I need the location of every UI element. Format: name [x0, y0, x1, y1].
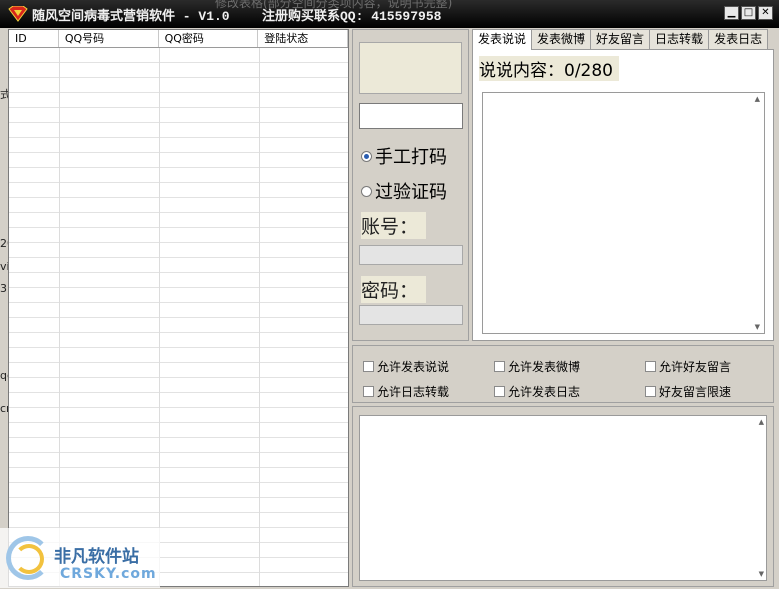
watermark-name: 非凡软件站 — [54, 547, 139, 567]
option-allow-friend-message[interactable]: 允许好友留言 — [645, 358, 731, 375]
background-fragment: vi — [0, 260, 8, 273]
swirl-inner-icon — [14, 544, 44, 574]
app-logo-icon — [8, 6, 28, 22]
minimize-icon: ▁ — [727, 7, 736, 18]
maximize-icon: □ — [743, 7, 754, 18]
minimize-button[interactable]: ▁ — [724, 6, 739, 20]
captcha-input[interactable] — [359, 103, 463, 129]
checkbox-icon — [494, 361, 505, 372]
scroll-down-icon[interactable]: ▼ — [755, 323, 760, 331]
column-header-login-status[interactable]: 登陆状态 — [258, 30, 348, 47]
option-allow-post-blog[interactable]: 允许发表日志 — [494, 383, 580, 400]
shuoshuo-content-input[interactable] — [482, 92, 765, 334]
account-field[interactable] — [359, 245, 463, 265]
option-label: 允许发表微博 — [508, 360, 581, 374]
background-fragment: 式 — [0, 88, 8, 101]
password-label: 密码： — [361, 276, 427, 303]
window-title: 随风空间病毒式营销软件 - V1.0 — [32, 9, 230, 24]
option-label: 允许好友留言 — [659, 360, 732, 374]
auto-captcha-radio[interactable]: 过验证码 — [361, 178, 447, 204]
background-fragment: 20 — [0, 237, 8, 250]
manual-captcha-label: 手工打码 — [375, 147, 447, 168]
table-header: ID QQ号码 QQ密码 登陆状态 — [9, 30, 348, 48]
checkbox-icon — [645, 386, 656, 397]
option-allow-shuoshuo[interactable]: 允许发表说说 — [363, 358, 449, 375]
captcha-image[interactable] — [359, 42, 462, 94]
scroll-down-icon[interactable]: ▼ — [759, 570, 764, 578]
manual-captcha-radio[interactable]: 手工打码 — [361, 143, 447, 169]
background-fragment: cr — [0, 402, 8, 415]
checkbox-icon — [494, 386, 505, 397]
contact-text: 注册购买联系QQ: 415597958 — [262, 9, 442, 24]
content-count-label: 说说内容：0/280 — [479, 56, 619, 81]
password-field[interactable] — [359, 305, 463, 325]
log-panel: ▲ ▼ — [352, 406, 774, 587]
checkbox-icon — [645, 361, 656, 372]
account-table[interactable]: ID QQ号码 QQ密码 登陆状态 — [8, 29, 349, 587]
account-label: 账号： — [361, 212, 427, 239]
tab-blog-repost[interactable]: 日志转载 — [649, 29, 710, 49]
option-label: 允许发表说说 — [377, 360, 450, 374]
close-icon: ✕ — [761, 7, 770, 18]
tab-post-shuoshuo[interactable]: 发表说说 — [472, 29, 533, 50]
option-label: 允许日志转载 — [377, 385, 450, 399]
scroll-up-icon[interactable]: ▲ — [755, 95, 760, 103]
tab-strip: 发表说说 发表微博 好友留言 日志转载 发表日志 — [472, 29, 774, 50]
log-output[interactable] — [359, 415, 767, 581]
option-allow-blog-repost[interactable]: 允许日志转载 — [363, 383, 449, 400]
checkbox-icon — [363, 361, 374, 372]
radio-selected-icon — [361, 150, 372, 162]
content-scrollbar[interactable]: ▲ ▼ — [749, 92, 763, 334]
permission-options: 允许发表说说 允许发表微博 允许好友留言 允许日志转载 允许发表日志 好友留言限… — [352, 345, 774, 403]
captcha-panel: 手工打码 过验证码 账号： 密码： — [352, 29, 469, 341]
option-label: 好友留言限速 — [659, 385, 732, 399]
background-fragment: qc — [0, 369, 8, 382]
auto-captcha-label: 过验证码 — [375, 182, 447, 203]
column-header-qq-number[interactable]: QQ号码 — [59, 30, 159, 47]
tab-friend-message[interactable]: 好友留言 — [590, 29, 651, 49]
option-friend-message-rate-limit[interactable]: 好友留言限速 — [645, 383, 731, 400]
watermark-logo: 非凡软件站 CRSKY.com — [0, 528, 160, 588]
watermark-domain: CRSKY.com — [60, 566, 157, 582]
column-header-qq-password[interactable]: QQ密码 — [159, 30, 259, 47]
tab-post-blog[interactable]: 发表日志 — [708, 29, 769, 49]
maximize-button[interactable]: □ — [741, 6, 756, 20]
tab-post-weibo[interactable]: 发表微博 — [531, 29, 592, 49]
post-tab-panel: 发表说说 发表微博 好友留言 日志转载 发表日志 说说内容：0/280 ▲ ▼ — [472, 29, 774, 341]
close-button[interactable]: ✕ — [758, 6, 773, 20]
table-body[interactable] — [9, 48, 348, 586]
tab-content: 说说内容：0/280 ▲ ▼ — [472, 49, 774, 341]
column-header-id[interactable]: ID — [9, 30, 59, 47]
scroll-up-icon[interactable]: ▲ — [759, 418, 764, 426]
checkbox-icon — [363, 386, 374, 397]
title-bar: 修改表格(部分空间分类项内容，说明书完整) 随风空间病毒式营销软件 - V1.0… — [0, 0, 779, 28]
option-allow-weibo[interactable]: 允许发表微博 — [494, 358, 580, 375]
log-scrollbar[interactable]: ▲ ▼ — [753, 415, 767, 581]
option-label: 允许发表日志 — [508, 385, 581, 399]
radio-unselected-icon — [361, 185, 372, 197]
background-fragment: 3 — [0, 282, 7, 295]
